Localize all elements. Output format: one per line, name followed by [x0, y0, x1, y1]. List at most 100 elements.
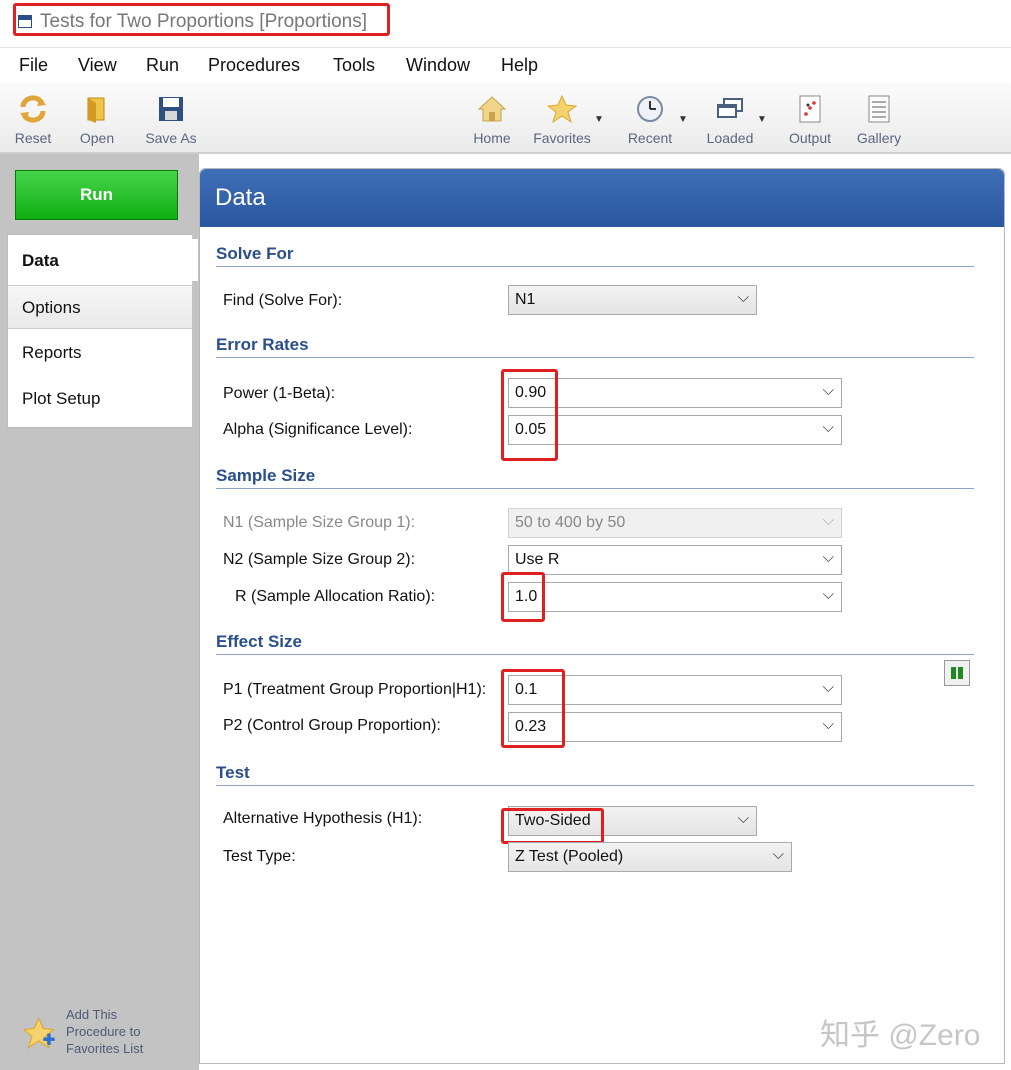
r-label: R (Sample Allocation Ratio): — [235, 588, 436, 605]
chevron-down-icon: ⌵ — [822, 679, 834, 696]
add-favorites-line-3: Favorites List — [66, 1041, 144, 1056]
section-effect-size: Effect Size — [216, 632, 302, 651]
add-to-favorites-text: Add This Procedure to Favorites List — [66, 1006, 186, 1057]
h1-highlight-box — [501, 808, 604, 844]
gallery-label: Gallery — [856, 130, 902, 146]
reset-button[interactable]: Reset — [1, 88, 65, 148]
n1-value: 50 to 400 by 50 — [515, 514, 626, 531]
test-type-value: Z Test (Pooled) — [515, 848, 624, 865]
section-divider — [216, 488, 974, 489]
r-combo[interactable]: 1.0 ⌵ — [508, 582, 842, 612]
r-highlight-box — [501, 572, 545, 622]
pair-input-icon[interactable] — [944, 660, 970, 686]
section-solve-for: Solve For — [216, 244, 294, 263]
home-button[interactable]: Home — [460, 88, 524, 148]
save-icon — [159, 97, 183, 121]
title-bar: Tests for Two Proportions [Proportions] — [0, 0, 1011, 46]
chevron-down-icon: ⌵ — [737, 289, 749, 306]
star-icon — [547, 94, 577, 124]
tab-plot-setup-label: Plot Setup — [22, 389, 101, 408]
find-select[interactable]: N1 ⌵ — [508, 285, 757, 315]
recent-label: Recent — [627, 130, 673, 146]
section-divider — [216, 785, 974, 786]
p1-label: P1 (Treatment Group Proportion|H1): — [223, 681, 487, 698]
tab-reports[interactable]: Reports — [8, 331, 198, 373]
save-as-label: Save As — [145, 130, 197, 146]
reset-icon — [20, 95, 46, 123]
menu-tools[interactable]: Tools — [333, 55, 375, 76]
n1-label: N1 (Sample Size Group 1): — [223, 514, 416, 531]
watermark: 知乎 @Zero — [820, 1019, 981, 1052]
menu-help[interactable]: Help — [501, 55, 538, 76]
reset-label: Reset — [14, 130, 52, 146]
chevron-down-icon: ⌵ — [822, 382, 834, 399]
run-button[interactable]: Run — [15, 170, 178, 220]
open-label: Open — [79, 130, 115, 146]
clock-icon — [637, 96, 663, 122]
output-button[interactable]: Output — [778, 88, 842, 148]
procedure-tabs: Data Options Reports Plot Setup — [7, 234, 198, 428]
find-label: Find (Solve For): — [223, 292, 343, 309]
tab-data-label: Data — [22, 251, 59, 270]
menu-window[interactable]: Window — [406, 55, 470, 76]
folder-open-icon — [87, 97, 105, 123]
menu-procedures[interactable]: Procedures — [208, 55, 300, 76]
p2-label: P2 (Control Group Proportion): — [223, 717, 441, 734]
gallery-button[interactable]: Gallery — [847, 88, 911, 148]
n2-value: Use R — [515, 551, 560, 568]
section-divider — [216, 357, 974, 358]
favorites-button[interactable]: ▼ Favorites — [530, 88, 604, 148]
chevron-down-icon: ⌵ — [772, 846, 784, 863]
home-icon — [477, 96, 507, 122]
p1-p2-highlight-box — [501, 669, 565, 748]
gallery-icon — [868, 95, 890, 123]
loaded-caret-icon: ▼ — [757, 114, 767, 125]
home-label: Home — [473, 130, 511, 146]
panel-header: Data — [200, 169, 1004, 227]
add-favorites-line-1: Add This — [66, 1007, 118, 1022]
windows-icon — [717, 98, 743, 118]
section-test: Test — [216, 763, 250, 782]
power-label: Power (1-Beta): — [223, 385, 336, 402]
star-add-icon — [24, 1016, 55, 1050]
section-divider — [216, 266, 974, 267]
open-button[interactable]: Open — [65, 88, 129, 148]
chevron-down-icon: ⌵ — [737, 810, 749, 827]
panel-title: Data — [215, 184, 266, 211]
menu-view[interactable]: View — [78, 55, 117, 76]
section-divider — [216, 654, 974, 655]
h1-label: Alternative Hypothesis (H1): — [223, 810, 423, 827]
recent-button[interactable]: ▼ Recent — [618, 88, 688, 148]
test-type-select[interactable]: Z Test (Pooled) ⌵ — [508, 842, 792, 872]
chevron-down-icon: ⌵ — [822, 419, 834, 436]
menu-file[interactable]: File — [19, 55, 48, 76]
section-sample-size: Sample Size — [216, 466, 316, 485]
alpha-combo[interactable]: 0.05 ⌵ — [508, 415, 842, 445]
n2-combo[interactable]: Use R ⌵ — [508, 545, 842, 575]
power-alpha-highlight-box — [501, 369, 558, 461]
add-to-favorites-link[interactable]: Add This Procedure to Favorites List — [24, 1006, 194, 1062]
recent-caret-icon: ▼ — [678, 114, 688, 125]
tab-options[interactable]: Options — [8, 285, 192, 329]
loaded-button[interactable]: ▼ Loaded — [698, 88, 767, 148]
toolbar: Reset Open Save As Home ▼ Favorites ▼ Re… — [0, 83, 1011, 154]
save-as-button[interactable]: Save As — [139, 88, 203, 148]
add-favorites-line-2: Procedure to — [66, 1024, 141, 1039]
n2-label: N2 (Sample Size Group 2): — [223, 551, 416, 568]
tab-options-label: Options — [22, 298, 81, 317]
data-panel: Data Solve For Find (Solve For): N1 ⌵ Er… — [199, 168, 1005, 1064]
menu-bar: File View Run Procedures Tools Window He… — [0, 47, 1011, 82]
n1-combo: 50 to 400 by 50 ⌵ — [508, 508, 842, 538]
tab-plot-setup[interactable]: Plot Setup — [8, 377, 198, 419]
tab-data[interactable]: Data — [8, 239, 198, 281]
find-value: N1 — [515, 291, 536, 308]
section-error-rates: Error Rates — [216, 335, 309, 354]
chevron-down-icon: ⌵ — [822, 549, 834, 566]
loaded-label: Loaded — [706, 130, 754, 146]
power-combo[interactable]: 0.90 ⌵ — [508, 378, 842, 408]
title-highlight-box — [13, 3, 390, 36]
menu-run[interactable]: Run — [146, 55, 179, 76]
test-type-label: Test Type: — [223, 848, 296, 865]
chevron-down-icon: ⌵ — [822, 512, 834, 529]
scatter-document-icon — [799, 95, 821, 123]
